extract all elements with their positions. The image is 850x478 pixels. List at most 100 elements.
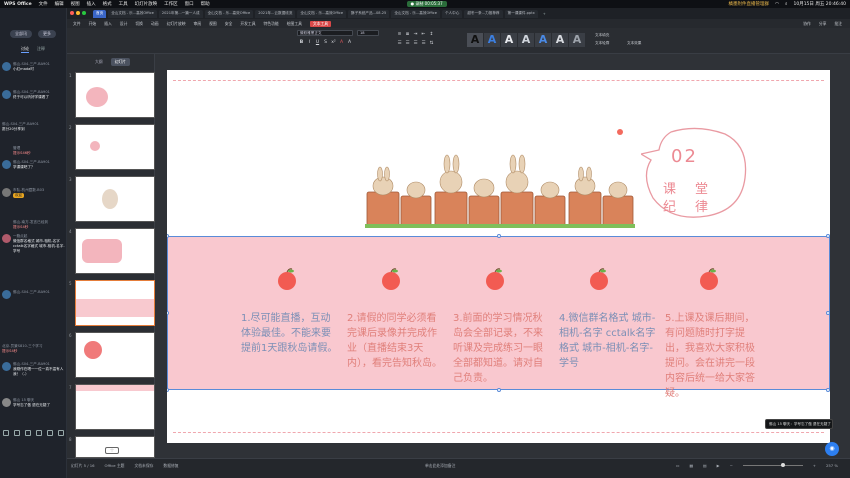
slide-thumbnail[interactable]: 1 <box>69 72 155 118</box>
add-slide-button[interactable]: + <box>105 447 119 454</box>
avatar[interactable] <box>2 362 11 371</box>
zoom-level[interactable]: 257 % <box>826 463 838 468</box>
ribbon-tab[interactable]: 文件 <box>73 21 81 27</box>
menu-tools[interactable]: 工具 <box>119 1 128 7</box>
app-name[interactable]: WPS Office <box>4 2 32 7</box>
menu-edit[interactable]: 编辑 <box>55 1 64 7</box>
chat-icon[interactable] <box>58 430 64 436</box>
rule-3-text[interactable]: 3.前面的学习情况秋岛会全部记录，不来听课及完成练习一眼全部都知道。请对自己负责… <box>453 311 551 386</box>
live-group-label[interactable]: 橘墨附件直播管理群 <box>729 1 770 7</box>
avatar[interactable] <box>2 160 11 169</box>
collaborate-button[interactable]: 协作 <box>803 21 811 27</box>
close-window-icon[interactable] <box>70 11 74 15</box>
slide-thumbnail[interactable]: 2 <box>69 124 155 170</box>
tab-outline[interactable]: 大纲 <box>91 58 107 66</box>
ribbon-tab[interactable]: 绘图工具 <box>287 21 302 27</box>
doc-tab[interactable]: 全山文档 - 乐...高效Office <box>391 9 440 18</box>
text-style-option[interactable]: A <box>535 33 551 47</box>
text-outline-button[interactable]: 文本轮廓 <box>595 41 609 46</box>
chat-message[interactable]: 佛山-S04-三产-BA901 学课课吧了？ <box>2 160 65 170</box>
chat-message[interactable]: 佛山-S04-三产-BA901 终于可以听好学课看了 <box>2 90 65 100</box>
resize-handle[interactable] <box>497 388 501 392</box>
line-spacing-icon[interactable]: ↕ <box>429 32 434 37</box>
doc-tab[interactable]: 全山文档 - 乐...高效Office <box>108 9 157 18</box>
doc-tab[interactable]: 2021年...云数据线流 <box>255 9 296 18</box>
text-style-option[interactable]: A <box>484 33 500 47</box>
zoom-in-icon[interactable]: + <box>813 463 816 468</box>
clock[interactable]: 10月15日 周五 20:46:40 <box>793 1 846 7</box>
tab-home[interactable]: 首页 <box>93 9 107 18</box>
menu-workspace[interactable]: 工作区 <box>164 1 178 7</box>
normal-view-icon[interactable]: ▭ <box>676 463 680 468</box>
bold-icon[interactable]: B <box>299 40 304 45</box>
notes-placeholder[interactable]: 单击此处添加备注 <box>425 463 455 469</box>
tab-discuss[interactable]: 讨论 <box>21 46 29 53</box>
numbering-icon[interactable]: ≣ <box>405 32 410 37</box>
tab-notes[interactable]: 注释 <box>37 46 45 53</box>
ribbon-tab[interactable]: 安全 <box>225 21 233 27</box>
text-style-option[interactable]: A <box>552 33 568 47</box>
doc-tab[interactable]: 酥子系统产品...08.25 <box>348 9 390 18</box>
avatar[interactable] <box>2 398 11 407</box>
resize-handle[interactable] <box>167 388 169 392</box>
indent-icon[interactable]: ⇥ <box>413 32 418 37</box>
chat-more-button[interactable]: 更多 <box>38 30 56 38</box>
ribbon-tab[interactable]: 插入 <box>104 21 112 27</box>
strike-icon[interactable]: S <box>323 40 328 45</box>
doc-tab-current[interactable]: 第一课课件.pptx <box>504 9 538 18</box>
rule-1-text[interactable]: 1.尽可能直播，互动体验最佳。不能来要提前1天跟秋岛请假。 <box>241 311 339 356</box>
play-icon[interactable]: ▶ <box>717 463 720 468</box>
align-left-icon[interactable]: ☰ <box>397 41 402 46</box>
bullets-icon[interactable]: ≡ <box>397 32 402 37</box>
justify-icon[interactable]: ☰ <box>421 41 426 46</box>
avatar[interactable] <box>2 90 11 99</box>
rule-4-text[interactable]: 4.微信群名格式 城市-相机-名字 cctalk名字格式 城市-相机-名字-学号 <box>559 311 657 371</box>
restore-button[interactable]: 数据修复 <box>163 463 178 469</box>
text-style-option[interactable]: A <box>569 33 585 47</box>
share-button[interactable]: 分享 <box>819 21 827 27</box>
avatar[interactable] <box>2 234 11 243</box>
slide[interactable]: 02 课 堂 纪 律 1.尽可能直播，互动体验最佳。不能来要提前1天跟秋岛请假。… <box>167 70 830 443</box>
chat-message[interactable]: 佛山-S04-三产-BA901 我刚作在喝一一位一真不温有人我！（-） <box>2 362 65 377</box>
avatar[interactable] <box>2 290 11 299</box>
align-right-icon[interactable]: ☰ <box>413 41 418 46</box>
menu-help[interactable]: 帮助 <box>201 1 210 7</box>
text-style-option[interactable]: A <box>518 33 534 47</box>
chat-message[interactable]: 佛山-S04-三产-BA901 <box>2 290 65 299</box>
assistant-icon[interactable]: ◉ <box>825 442 839 456</box>
slide-thumbnail[interactable]: 4 <box>69 228 155 274</box>
resize-handle[interactable] <box>826 311 830 315</box>
chat-all-button[interactable]: 全部讯 <box>10 30 32 38</box>
avatar[interactable] <box>2 188 11 197</box>
comment-button[interactable]: 批注 <box>834 21 842 27</box>
theme-name[interactable]: Office 主题 <box>105 463 125 469</box>
ribbon-tab[interactable]: 设计 <box>120 21 128 27</box>
ribbon-tab[interactable]: 开始 <box>89 21 97 27</box>
menu-format[interactable]: 格式 <box>103 1 112 7</box>
rule-5-text[interactable]: 5.上课及课后期间，有问题随时打字提出，我喜欢大家积极提问。会在讲完一段内容后统… <box>665 311 763 401</box>
chat-message[interactable]: 佛山-S04-三产-BA901 小红mada时 <box>2 62 65 72</box>
doc-tab[interactable]: 全山文档 - 乐...高效Office <box>204 9 254 18</box>
zoom-out-icon[interactable]: − <box>730 463 733 468</box>
slide-thumbnail[interactable]: 6 <box>69 332 155 378</box>
wifi-icon[interactable]: ◠ <box>775 2 779 7</box>
font-size-select[interactable]: 18 <box>357 30 379 36</box>
align-center-icon[interactable]: ☰ <box>405 41 410 46</box>
menu-slideshow[interactable]: 幻灯片放映 <box>135 1 158 7</box>
text-effect-button[interactable]: 文本效果 <box>627 41 641 46</box>
text-direction-icon[interactable]: ⇅ <box>429 41 434 46</box>
ribbon-tab[interactable]: 审阅 <box>194 21 202 27</box>
outdent-icon[interactable]: ⇤ <box>421 32 426 37</box>
italic-icon[interactable]: I <box>307 40 312 45</box>
recording-indicator[interactable]: ● 录制 00:05:37 <box>406 1 447 7</box>
doc-tab[interactable]: 全山文档 - 乐...高效Office <box>297 9 347 18</box>
font-color-icon[interactable]: A <box>339 40 344 45</box>
rule-2-text[interactable]: 2.请假的同学必须看完课后录像并完成作业（直播结束3天内），看完告知秋岛。 <box>347 311 445 371</box>
mail-icon[interactable] <box>36 430 42 436</box>
highlight-icon[interactable]: A <box>347 40 352 45</box>
menu-insert[interactable]: 插入 <box>87 1 96 7</box>
ribbon-tab[interactable]: 特色功能 <box>264 21 279 27</box>
doc-tab[interactable]: 个人中心 <box>441 9 463 18</box>
sorter-view-icon[interactable]: ▦ <box>689 463 693 468</box>
chat-message[interactable]: 佛山 15 聊天 学号忘了做 退在无疑了 <box>2 398 65 408</box>
